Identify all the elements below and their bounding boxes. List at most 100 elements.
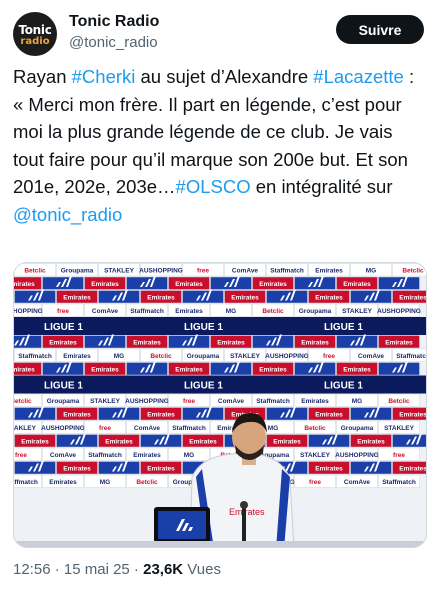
- sponsor-logo-text: Groupama: [47, 398, 80, 405]
- sponsor-logo-text: Emirates: [189, 439, 217, 446]
- sponsor-logo-text: MG: [100, 479, 110, 486]
- sponsor-logo-text: Betclic: [304, 425, 326, 432]
- ligue-banner-text: LIGUE 1: [324, 322, 363, 333]
- sponsor-logo-text: MG: [184, 452, 194, 459]
- avatar[interactable]: Tonic radio: [13, 12, 57, 56]
- sponsor-logo-text: free: [57, 308, 69, 315]
- sponsor-logo-text: ComAve: [218, 398, 245, 405]
- sponsor-logo-text: ComAve: [134, 425, 161, 432]
- sponsor-logo-text: free: [99, 425, 111, 432]
- hashtag-link[interactable]: #OLSCO: [176, 176, 251, 197]
- sponsor-logo-text: MG: [366, 268, 376, 275]
- sponsor-logo-text: Emirates: [385, 340, 413, 347]
- sponsor-logo-text: AUSHOPPING: [335, 452, 379, 459]
- sponsor-logo-text: Emirates: [259, 281, 287, 288]
- tweet-text: Rayan #Cherki au sujet d’Alexandre #Laca…: [13, 63, 427, 228]
- sponsor-logo-text: Emirates: [21, 439, 49, 446]
- avatar-logo-text-top: Tonic: [18, 23, 52, 37]
- views-label: Vues: [183, 561, 221, 578]
- sponsor-logo-text: AUSHOPPING: [139, 268, 183, 275]
- sponsor-logo-text: Emirates: [14, 281, 35, 288]
- ligue-banner-text: LIGUE 1: [184, 322, 223, 333]
- sponsor-logo-text: Emirates: [14, 367, 35, 374]
- sponsor-logo-text: Staffmatch: [14, 479, 38, 486]
- tweet-text-segment: Rayan: [13, 66, 72, 87]
- sponsor-logo-text: Emirates: [217, 340, 245, 347]
- sponsor-logo-text: STAKLEY: [384, 425, 415, 432]
- views-count[interactable]: 23,6K: [143, 561, 183, 578]
- sponsor-logo-text: MG: [114, 353, 124, 360]
- sponsor-logo-text: AUSHOPPING: [41, 425, 85, 432]
- display-name[interactable]: Tonic Radio: [69, 13, 159, 31]
- sponsor-logo-text: Emirates: [63, 353, 91, 360]
- sponsor-logo-text: Staffmatch: [256, 398, 290, 405]
- sponsor-logo-text: Emirates: [315, 268, 343, 275]
- sponsor-logo-text: STAKLEY: [230, 353, 261, 360]
- mention-link[interactable]: @tonic_radio: [13, 204, 122, 225]
- sponsor-logo-text: Betclic: [136, 479, 158, 486]
- sponsor-logo-text: ComAve: [358, 353, 385, 360]
- sponsor-logo-text: Betclic: [24, 268, 46, 275]
- sponsor-logo-text: Emirates: [301, 340, 329, 347]
- sponsor-logo-text: Emirates: [49, 479, 77, 486]
- sponsor-logo-text: Groupama: [341, 425, 374, 432]
- shirt-sponsor-text: Emirates: [229, 507, 265, 517]
- avatar-logo-text-bottom: radio: [20, 36, 50, 47]
- sponsor-logo-text: Staffmatch: [172, 425, 206, 432]
- sponsor-logo-text: Emirates: [133, 452, 161, 459]
- tweet-text-segment: au sujet d’Alexandre: [135, 66, 314, 87]
- sponsor-logo-text: free: [15, 452, 27, 459]
- sponsor-logo-text: STAKLEY: [104, 268, 135, 275]
- sponsor-logo-text: Emirates: [63, 295, 91, 302]
- sponsor-logo-text: MG: [226, 308, 236, 315]
- sponsor-logo-text: Emirates: [231, 295, 259, 302]
- sponsor-logo-text: Staffmatch: [88, 452, 122, 459]
- ligue-banner-text: LIGUE 1: [44, 381, 83, 392]
- tweet-meta: 12:56 · 15 mai 25 · 23,6K Vues: [13, 561, 221, 578]
- ligue-banner-text: LIGUE 1: [184, 381, 223, 392]
- sponsor-logo-text: AUSHOPPING: [14, 308, 43, 315]
- hashtag-link[interactable]: #Lacazette: [313, 66, 404, 87]
- sponsor-logo-text: Emirates: [399, 412, 427, 419]
- sponsor-logo-text: free: [309, 479, 321, 486]
- sponsor-logo-text: STAKLEY: [90, 398, 121, 405]
- sponsor-logo-text: Emirates: [273, 439, 301, 446]
- sponsor-logo-text: Betclic: [262, 308, 284, 315]
- sponsor-logo-text: Emirates: [315, 295, 343, 302]
- follow-button[interactable]: Suivre: [336, 15, 424, 44]
- sponsor-logo-text: ComAve: [232, 268, 259, 275]
- sponsor-logo-text: Groupama: [187, 353, 220, 360]
- sponsor-logo-text: Emirates: [343, 281, 371, 288]
- ligue-banner-text: LIGUE 1: [44, 322, 83, 333]
- sponsor-logo-text: Betclic: [150, 353, 172, 360]
- sponsor-logo-text: Emirates: [259, 367, 287, 374]
- tweet-header: Tonic radio Tonic Radio @tonic_radio Sui…: [13, 12, 430, 56]
- sponsor-logo-text: Staffmatch: [396, 353, 427, 360]
- sponsor-logo-text: Emirates: [63, 466, 91, 473]
- sponsor-logo-text: Emirates: [175, 367, 203, 374]
- account-handle[interactable]: @tonic_radio: [69, 34, 158, 51]
- press-conference-photo: Betclic Groupama STAKLEY AUSHOPPING free ComA…: [14, 263, 427, 547]
- sponsor-logo-text: free: [393, 452, 405, 459]
- sponsor-logo-text: Staffmatch: [382, 479, 416, 486]
- sponsor-logo-text: Emirates: [63, 412, 91, 419]
- meta-separator: ·: [50, 561, 64, 578]
- tweet-photo[interactable]: Betclic Groupama STAKLEY AUSHOPPING free ComA…: [13, 262, 427, 548]
- sponsor-logo-text: STAKLEY: [342, 308, 373, 315]
- sponsor-logo-text: Emirates: [49, 340, 77, 347]
- sponsor-logo-text: Emirates: [399, 295, 427, 302]
- tweet-date[interactable]: 15 mai 25: [64, 561, 130, 578]
- sponsor-logo-text: Staffmatch: [270, 268, 304, 275]
- sponsor-backdrop: Betclic Groupama STAKLEY AUSHOPPING free ComA…: [14, 263, 427, 488]
- sponsor-logo-text: free: [183, 398, 195, 405]
- sponsor-logo-text: Staffmatch: [130, 308, 164, 315]
- sponsor-logo-text: Emirates: [91, 281, 119, 288]
- tweet-time[interactable]: 12:56: [13, 561, 51, 578]
- hashtag-link[interactable]: #Cherki: [72, 66, 136, 87]
- sponsor-logo-text: Emirates: [147, 295, 175, 302]
- sponsor-logo-text: free: [197, 268, 209, 275]
- sponsor-logo-text: Emirates: [343, 367, 371, 374]
- sponsor-logo-text: Emirates: [105, 439, 133, 446]
- sponsor-logo-text: AUSHOPPING: [377, 308, 421, 315]
- sponsor-logo-text: Emirates: [175, 308, 203, 315]
